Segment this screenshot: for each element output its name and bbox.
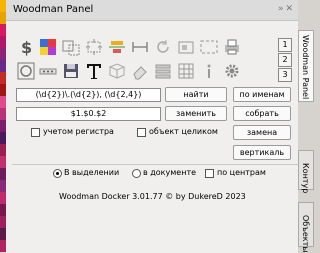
table-icon[interactable]: [176, 61, 196, 81]
color-grid-icon[interactable]: [38, 37, 58, 57]
page-button-3[interactable]: 3: [278, 68, 292, 82]
width-measure-icon[interactable]: [130, 37, 150, 57]
swap-button[interactable]: замена: [233, 125, 291, 140]
find-button[interactable]: найти: [165, 87, 227, 102]
whole-object-checkbox[interactable]: [137, 128, 146, 137]
credits-text: Woodman Docker 3.01.77 © by DukereD 2023: [59, 192, 246, 201]
by-centers-checkbox[interactable]: [205, 169, 214, 178]
tab-kontur[interactable]: Контур: [298, 150, 314, 193]
by-names-button[interactable]: по именам: [233, 87, 291, 102]
panel-title: Woodman Panel: [13, 4, 94, 15]
replace-input[interactable]: [16, 107, 161, 121]
grid-cube-icon[interactable]: [107, 61, 127, 81]
find-input[interactable]: [16, 88, 161, 102]
collect-button[interactable]: собрать: [233, 106, 291, 121]
titlebar-controls[interactable]: »✕: [278, 4, 295, 14]
panel-titlebar: Woodman Panel »✕: [6, 0, 298, 21]
close-icon[interactable]: ✕: [285, 4, 295, 14]
stack-icon[interactable]: [153, 61, 173, 81]
in-document-radio[interactable]: [132, 169, 141, 178]
docker-tab-strip: Woodman Panel Контур Объекты: [298, 0, 314, 253]
case-sensitive-label: учетом регистра: [43, 127, 114, 136]
by-centers-label: по центрам: [217, 168, 266, 177]
vertical-button[interactable]: вертикаль: [233, 145, 291, 160]
case-sensitive-checkbox[interactable]: [31, 128, 40, 137]
circle-frame-icon[interactable]: [16, 61, 36, 81]
print-icon[interactable]: [222, 37, 242, 57]
woodman-panel: Woodman Panel »✕ $ 1 2 3 (\d{2})\.(\d{2}…: [6, 0, 298, 253]
text-icon[interactable]: [84, 61, 104, 81]
info-icon[interactable]: [199, 61, 219, 81]
eraser-icon[interactable]: [130, 61, 150, 81]
save-icon[interactable]: [61, 61, 81, 81]
divider: [12, 164, 298, 165]
tab-objects[interactable]: Объекты: [298, 202, 314, 253]
tab-woodman-panel[interactable]: Woodman Panel: [298, 30, 314, 102]
in-document-label: в документе: [143, 168, 197, 177]
in-selection-radio[interactable]: [53, 169, 62, 178]
dollar-icon[interactable]: $: [16, 37, 36, 57]
replace-button[interactable]: заменить: [165, 106, 227, 121]
page-button-2[interactable]: 2: [278, 53, 292, 67]
squares-select-icon[interactable]: [61, 37, 81, 57]
dots-icon[interactable]: [38, 61, 58, 81]
gear-icon[interactable]: [222, 61, 242, 81]
sparkle-select-icon[interactable]: [84, 37, 104, 57]
resize-box-icon[interactable]: [176, 37, 196, 57]
page-button-1[interactable]: 1: [278, 38, 292, 52]
whole-object-label: объект целиком: [149, 127, 218, 136]
align-center-icon[interactable]: [107, 37, 127, 57]
in-selection-label: В выделении: [64, 168, 120, 177]
svg-text:$: $: [21, 38, 32, 56]
rotate-icon[interactable]: [153, 37, 173, 57]
frame-icon[interactable]: [199, 37, 219, 57]
